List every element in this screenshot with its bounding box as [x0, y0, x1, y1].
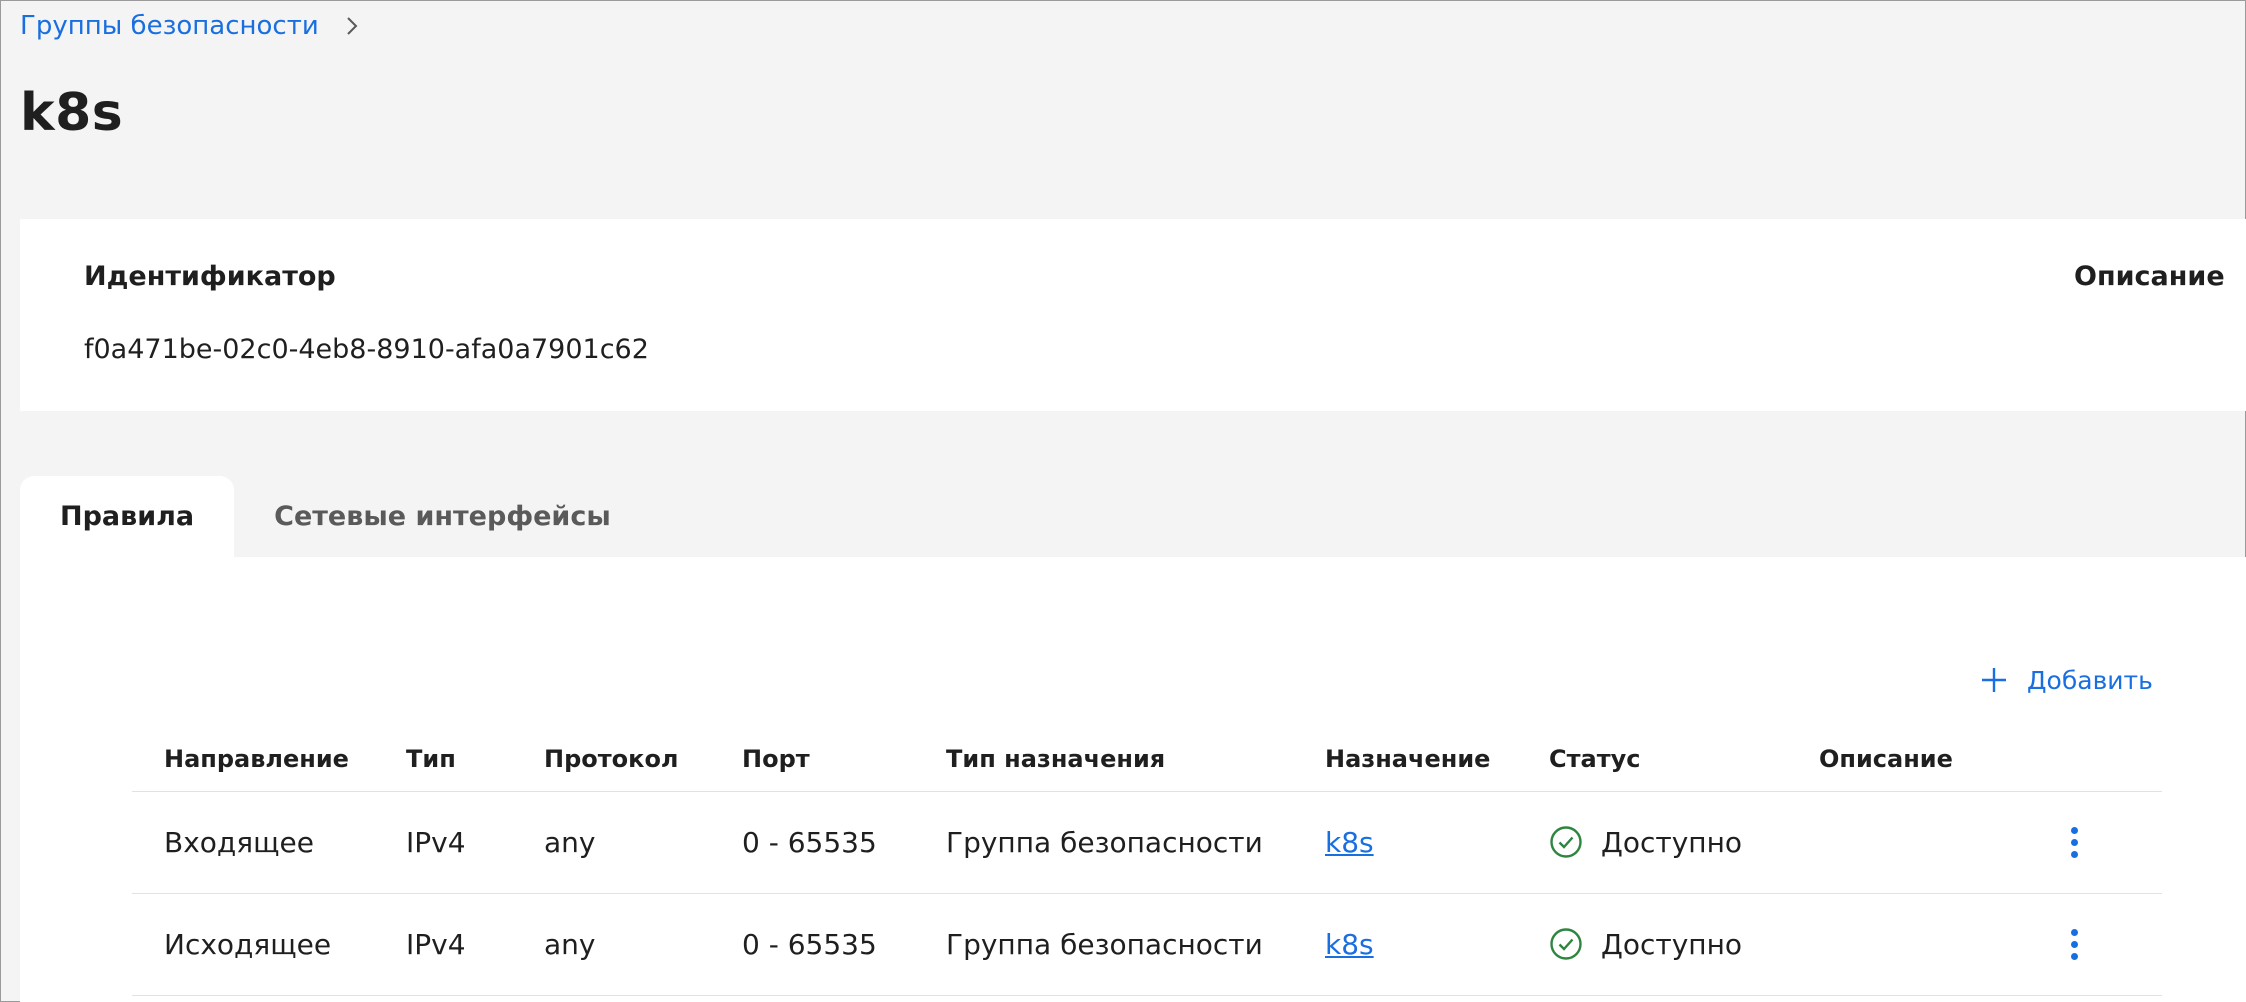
- status-indicator: Доступно: [1549, 927, 1787, 961]
- chevron-right-icon: [347, 17, 358, 35]
- cell-destination-type: Группа безопасности: [914, 893, 1293, 996]
- cell-status: Доступно: [1517, 893, 1787, 996]
- cell-direction: Исходящее: [132, 893, 374, 996]
- cell-type: IPv4: [374, 893, 512, 996]
- cell-description: [1787, 893, 2022, 996]
- cell-actions: [2022, 791, 2162, 894]
- tab-bar: Правила Сетевые интерфейсы: [20, 476, 651, 557]
- column-header-status: Статус: [1517, 727, 1787, 792]
- cell-destination: k8s: [1293, 791, 1517, 894]
- row-actions-menu-icon[interactable]: [2054, 826, 2094, 858]
- check-circle-icon: [1550, 826, 1582, 858]
- status-text: Доступно: [1601, 927, 1743, 961]
- row-actions-menu-icon[interactable]: [2054, 928, 2094, 960]
- cell-port: 0 - 65535: [710, 791, 914, 894]
- table-row: Исходящее IPv4 any 0 - 65535 Группа безо…: [132, 893, 2162, 996]
- info-card: Идентификатор f0a471be-02c0-4eb8-8910-af…: [20, 219, 2246, 411]
- tab-rules[interactable]: Правила: [20, 476, 235, 557]
- table-header-row: Направление Тип Протокол Порт Тип назнач…: [132, 727, 2162, 792]
- cell-protocol: any: [512, 893, 710, 996]
- column-header-destination-type: Тип назначения: [914, 727, 1293, 792]
- cell-destination: k8s: [1293, 893, 1517, 996]
- column-header-direction: Направление: [132, 727, 374, 792]
- destination-link[interactable]: k8s: [1325, 928, 1374, 961]
- status-text: Доступно: [1601, 825, 1743, 859]
- identifier-value: f0a471be-02c0-4eb8-8910-afa0a7901c62: [84, 334, 649, 365]
- cell-actions: [2022, 893, 2162, 996]
- add-rule-button[interactable]: Добавить: [1979, 665, 2153, 695]
- column-header-protocol: Протокол: [512, 727, 710, 792]
- breadcrumb: Группы безопасности: [20, 11, 363, 41]
- destination-link[interactable]: k8s: [1325, 826, 1374, 859]
- column-header-type: Тип: [374, 727, 512, 792]
- column-header-port: Порт: [710, 727, 914, 792]
- cell-protocol: any: [512, 791, 710, 894]
- cell-port: 0 - 65535: [710, 893, 914, 996]
- add-rule-label: Добавить: [2027, 665, 2153, 695]
- cell-type: IPv4: [374, 791, 512, 894]
- cell-description: [1787, 791, 2022, 894]
- cell-status: Доступно: [1517, 791, 1787, 894]
- identifier-label: Идентификатор: [84, 261, 336, 292]
- breadcrumb-link-security-groups[interactable]: Группы безопасности: [20, 11, 319, 41]
- page-title: k8s: [20, 83, 124, 143]
- column-header-destination: Назначение: [1293, 727, 1517, 792]
- description-label: Описание: [2074, 261, 2225, 292]
- column-header-actions: [2022, 727, 2162, 792]
- tab-network-interfaces[interactable]: Сетевые интерфейсы: [234, 476, 651, 557]
- cell-direction: Входящее: [132, 791, 374, 894]
- column-header-description: Описание: [1787, 727, 2022, 792]
- check-circle-icon: [1550, 928, 1582, 960]
- table-row: Входящее IPv4 any 0 - 65535 Группа безоп…: [132, 791, 2162, 894]
- plus-icon: [1982, 668, 2006, 692]
- status-indicator: Доступно: [1549, 825, 1787, 859]
- cell-destination-type: Группа безопасности: [914, 791, 1293, 894]
- rules-panel: Добавить Направление Тип Протокол Порт Т…: [20, 557, 2246, 1002]
- rules-table: Направление Тип Протокол Порт Тип назнач…: [132, 727, 2162, 996]
